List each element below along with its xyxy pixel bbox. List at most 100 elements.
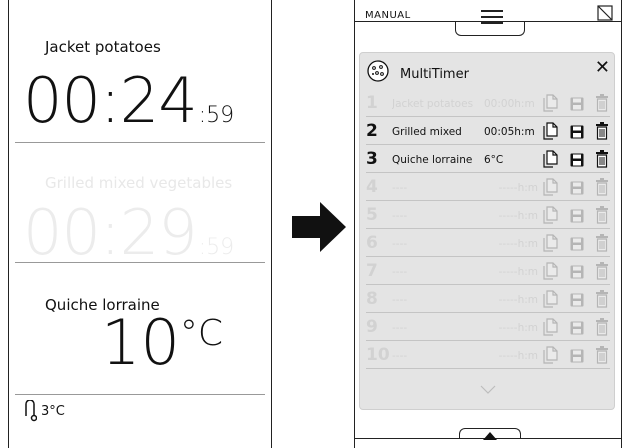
divider	[15, 394, 265, 395]
probe-temperature-value: 10	[101, 306, 180, 379]
timer-row-7[interactable]: 7 ---- -----h:m	[366, 257, 610, 285]
probe-temperature: 10°C	[101, 312, 223, 374]
arrow-right-icon	[292, 202, 346, 252]
trash-icon[interactable]	[596, 318, 608, 336]
timer-row-4[interactable]: 4 ---- -----h:m	[366, 173, 610, 201]
trash-icon[interactable]	[596, 94, 608, 112]
copy-icon[interactable]	[542, 346, 558, 364]
timer-row-number: 6	[366, 233, 378, 253]
timer-countdown: 00:24:59	[23, 70, 234, 132]
no-signal-icon	[597, 5, 613, 21]
trash-icon[interactable]	[596, 122, 608, 140]
timer-row-value: -----h:m	[498, 238, 538, 250]
timer-row-value: -----h:m	[498, 182, 538, 194]
trash-icon[interactable]	[596, 346, 608, 364]
save-icon[interactable]	[570, 208, 584, 223]
copy-icon[interactable]	[542, 94, 558, 112]
timer-row-name: ----	[392, 182, 408, 194]
timer-row-10[interactable]: 10 ---- -----h:m	[366, 341, 610, 369]
save-icon[interactable]	[570, 292, 584, 307]
timer-row-name: Quiche lorraine	[392, 154, 473, 166]
trash-icon[interactable]	[596, 150, 608, 168]
save-icon[interactable]	[570, 152, 584, 167]
timer-row-number: 5	[366, 205, 378, 225]
chevron-down-icon[interactable]	[480, 385, 496, 395]
mode-label: MANUAL	[365, 10, 411, 21]
probe-status: 3°C	[23, 400, 65, 422]
timer-row-name: Grilled mixed	[392, 126, 462, 138]
timer-block-grilled-vegetables[interactable]: Grilled mixed vegetables 00:29:59	[9, 142, 271, 264]
timer-row-5[interactable]: 5 ---- -----h:m	[366, 201, 610, 229]
trash-icon[interactable]	[596, 290, 608, 308]
timer-countdown: 00:29:59	[23, 202, 234, 264]
trash-icon[interactable]	[596, 178, 608, 196]
save-icon[interactable]	[570, 264, 584, 279]
timer-row-value: -----h:m	[498, 210, 538, 222]
copy-icon[interactable]	[542, 318, 558, 336]
timer-row-value: 00:05h:m	[484, 126, 535, 138]
probe-temperature-unit: °C	[179, 313, 224, 354]
timer-row-name: ----	[392, 210, 408, 222]
save-icon[interactable]	[570, 180, 584, 195]
probe-block-quiche[interactable]: Quiche lorraine 10°C	[9, 262, 271, 394]
timer-row-3[interactable]: 3 Quiche lorraine 6°C	[366, 145, 610, 173]
timer-row-6[interactable]: 6 ---- -----h:m	[366, 229, 610, 257]
save-icon[interactable]	[570, 236, 584, 251]
close-icon[interactable]: ✕	[595, 57, 610, 78]
chevron-up-icon[interactable]	[483, 432, 497, 440]
trash-icon[interactable]	[596, 262, 608, 280]
timer-block-jacket-potatoes[interactable]: Jacket potatoes 00:24:59	[9, 0, 271, 142]
thermometer-probe-icon	[25, 400, 37, 422]
hamburger-icon[interactable]	[481, 10, 503, 28]
timer-name: Grilled mixed vegetables	[45, 174, 233, 192]
timer-list: 1 Jacket potatoes 00:00h:m 2 Grilled mixed 00…	[366, 89, 610, 369]
copy-icon[interactable]	[542, 206, 558, 224]
trash-icon[interactable]	[596, 206, 608, 224]
copy-icon[interactable]	[542, 178, 558, 196]
timer-row-name: ----	[392, 266, 408, 278]
copy-icon[interactable]	[542, 234, 558, 252]
timer-row-name: ----	[392, 238, 408, 250]
timer-row-number: 1	[366, 93, 378, 113]
timer-row-number: 8	[366, 289, 378, 309]
timer-minutes: 00:29	[23, 196, 198, 269]
timer-row-2[interactable]: 2 Grilled mixed 00:05h:m	[366, 117, 610, 145]
multitimer-dialog: MultiTimer ✕ 1 Jacket potatoes 00:00h:m 2 Gr…	[359, 52, 615, 410]
save-icon[interactable]	[570, 96, 584, 111]
timer-row-8[interactable]: 8 ---- -----h:m	[366, 285, 610, 313]
timer-row-value: -----h:m	[498, 322, 538, 334]
probe-status-value: 3°C	[41, 403, 65, 419]
cookie-icon	[367, 60, 389, 82]
timer-row-number: 10	[366, 345, 390, 365]
save-icon[interactable]	[570, 348, 584, 363]
timer-seconds: :59	[198, 103, 235, 128]
timer-row-name: ----	[392, 322, 408, 334]
timer-row-name: Jacket potatoes	[392, 98, 474, 110]
timer-minutes: 00:24	[23, 64, 198, 137]
copy-icon[interactable]	[542, 262, 558, 280]
copy-icon[interactable]	[542, 290, 558, 308]
trash-icon[interactable]	[596, 234, 608, 252]
timer-row-value: -----h:m	[498, 266, 538, 278]
timer-row-number: 9	[366, 317, 378, 337]
dialog-header: MultiTimer ✕	[366, 57, 610, 87]
save-icon[interactable]	[570, 320, 584, 335]
copy-icon[interactable]	[542, 122, 558, 140]
timer-row-value: -----h:m	[498, 294, 538, 306]
oven-display-screen: Jacket potatoes 00:24:59 Grilled mixed v…	[8, 0, 272, 448]
copy-icon[interactable]	[542, 150, 558, 168]
timer-name: Jacket potatoes	[45, 38, 161, 56]
timer-row-value: -----h:m	[498, 350, 538, 362]
timer-row-9[interactable]: 9 ---- -----h:m	[366, 313, 610, 341]
timer-row-number: 7	[366, 261, 378, 281]
timer-row-number: 2	[366, 121, 378, 141]
oven-display-screen-multitimer: MANUAL MultiTimer ✕ 1 Jacket potatoes 00:0…	[354, 0, 622, 448]
timer-row-1[interactable]: 1 Jacket potatoes 00:00h:m	[366, 89, 610, 117]
timer-row-value: 00:00h:m	[484, 98, 535, 110]
save-icon[interactable]	[570, 124, 584, 139]
timer-row-name: ----	[392, 294, 408, 306]
timer-seconds: :59	[198, 235, 235, 260]
timer-row-name: ----	[392, 350, 408, 362]
timer-row-value: 6°C	[484, 154, 504, 166]
timer-row-number: 4	[366, 177, 378, 197]
